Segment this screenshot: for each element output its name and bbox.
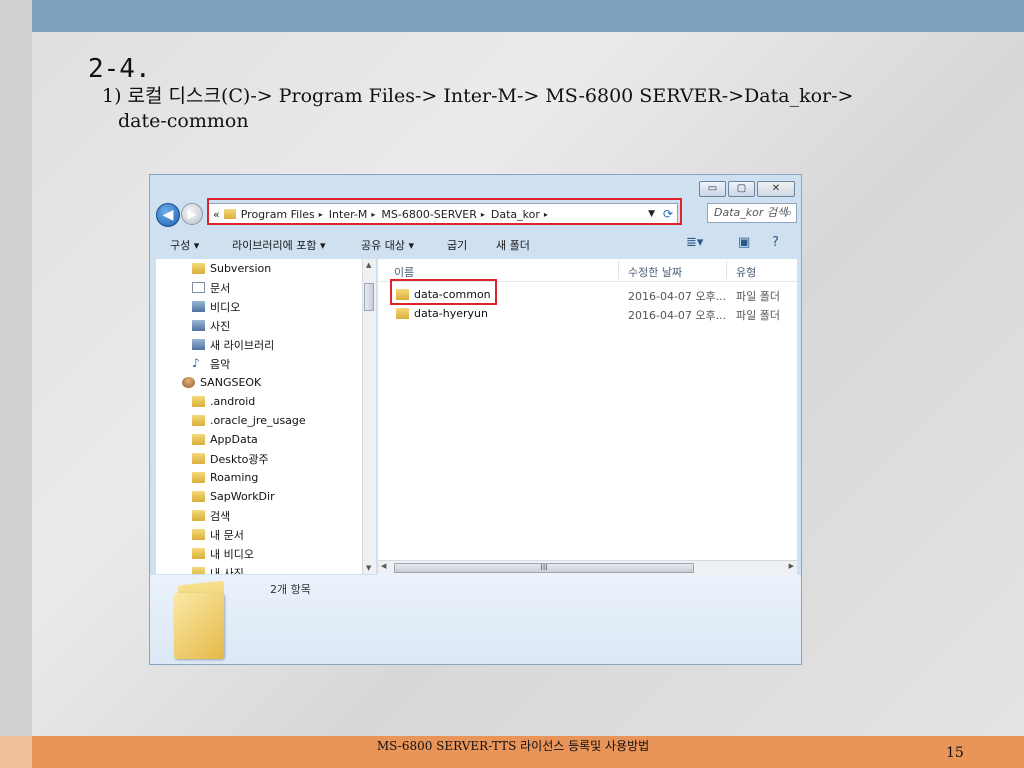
nav-item[interactable]: 검색 (156, 506, 366, 525)
folder-front (174, 593, 224, 659)
nav-item[interactable]: 비디오 (156, 297, 366, 316)
nav-item[interactable]: Deskto광주 (156, 449, 366, 468)
nav-item[interactable]: 내 사진 (156, 563, 366, 574)
item-count: 2개 항목 (270, 583, 311, 596)
minimize-button[interactable]: ▭ (699, 181, 726, 197)
details-pane: 2개 항목 (150, 575, 801, 664)
file-type: 파일 폴더 (736, 309, 780, 322)
music-icon: ♪ (192, 356, 200, 370)
navigation-pane: Subversion 문서 비디오 사진 새 라이브러리 ♪ 음악 SANGSEO… (156, 259, 366, 574)
file-modified: 2016-04-07 오후... (628, 309, 727, 322)
path-line-1: 1) 로컬 디스크(C)-> Program Files-> Inter-M->… (102, 85, 854, 107)
nav-item[interactable]: Roaming (156, 468, 366, 487)
column-type[interactable]: 유형 (736, 264, 756, 280)
folder-icon (192, 434, 205, 445)
window-controls: ▭ ▢ ✕ (699, 181, 795, 197)
slide-left-stripe (0, 0, 32, 736)
organize-button[interactable]: 구성 ▾ (170, 237, 199, 253)
page-number: 15 (946, 745, 964, 761)
nav-item[interactable]: AppData (156, 430, 366, 449)
video-icon (192, 301, 205, 312)
address-highlight-box (207, 198, 682, 225)
large-folder-icon (174, 580, 230, 659)
folder-icon (192, 548, 205, 559)
library-icon (192, 339, 205, 350)
file-type: 파일 폴더 (736, 290, 780, 303)
slide-path-description: 1) 로컬 디스크(C)-> Program Files-> Inter-M->… (102, 84, 853, 134)
nav-item[interactable]: 내 비디오 (156, 544, 366, 563)
nav-item[interactable]: SANGSEOK (156, 373, 366, 392)
scroll-up-icon[interactable]: ▲ (366, 261, 371, 269)
search-placeholder: Data_kor 검색 (714, 206, 788, 219)
explorer-window: ▭ ▢ ✕ ◀ ▶ « Program Files ▸ Inter-M ▸ MS… (149, 174, 802, 665)
nav-item[interactable]: 내 문서 (156, 525, 366, 544)
nav-item[interactable]: ♪ 음악 (156, 354, 366, 373)
column-modified[interactable]: 수정한 날짜 (628, 264, 682, 280)
search-input[interactable]: Data_kor 검색 ⌕ (707, 203, 797, 223)
help-icon[interactable]: ? (772, 235, 779, 250)
folder-icon (192, 453, 205, 464)
folder-icon (192, 510, 205, 521)
slide-top-bar (32, 0, 1024, 32)
slide-title: 2-4. (88, 54, 151, 84)
search-icon[interactable]: ⌕ (786, 204, 792, 222)
folder-icon (396, 308, 409, 319)
file-row-data-hyeryun[interactable]: data-hyeryun 2016-04-07 오후... 파일 폴더 (378, 304, 797, 323)
close-button[interactable]: ✕ (757, 181, 795, 197)
folder-icon (192, 263, 205, 274)
nav-item[interactable]: Subversion (156, 259, 366, 278)
scroll-down-icon[interactable]: ▼ (366, 564, 371, 572)
folder-icon (192, 472, 205, 483)
folder-icon (192, 491, 205, 502)
nav-item[interactable]: .oracle_jre_usage (156, 411, 366, 430)
user-icon (182, 377, 195, 388)
scroll-right-icon[interactable]: ▶ (789, 562, 794, 570)
share-button[interactable]: 공유 대상 ▾ (361, 237, 414, 253)
file-name[interactable]: data-hyeryun (414, 307, 488, 320)
nav-item[interactable]: 문서 (156, 278, 366, 297)
include-library-button[interactable]: 라이브러리에 포함 ▾ (232, 237, 325, 253)
column-separator (726, 261, 727, 279)
nav-item[interactable]: .android (156, 392, 366, 411)
new-folder-button[interactable]: 새 폴더 (496, 237, 530, 253)
nav-item[interactable]: 사진 (156, 316, 366, 335)
picture-icon (192, 320, 205, 331)
preview-pane-icon[interactable]: ▣ (738, 235, 750, 250)
maximize-button[interactable]: ▢ (728, 181, 755, 197)
column-name[interactable]: 이름 (394, 264, 414, 280)
file-list-pane: 이름 수정한 날짜 유형 data-common 2016-04-07 오후..… (378, 259, 797, 574)
scroll-thumb[interactable] (364, 283, 374, 311)
nav-item[interactable]: 새 라이브러리 (156, 335, 366, 354)
file-list-hscrollbar[interactable]: ◀ III ▶ (378, 560, 797, 575)
folder-icon (192, 415, 205, 426)
scroll-left-icon[interactable]: ◀ (381, 562, 386, 570)
column-separator (618, 261, 619, 279)
file-modified: 2016-04-07 오후... (628, 290, 727, 303)
folder-highlight-box (390, 279, 497, 305)
slide-bottom-left (0, 736, 32, 768)
command-toolbar: 구성 ▾ 라이브러리에 포함 ▾ 공유 대상 ▾ 굽기 새 폴더 ≣▾ ▣ ? (150, 233, 801, 255)
navigation-scrollbar[interactable]: ▲ ▼ (362, 259, 376, 574)
nav-item[interactable]: SapWorkDir (156, 487, 366, 506)
folder-icon (192, 529, 205, 540)
document-icon (192, 282, 205, 293)
path-line-2: date-common (118, 110, 249, 132)
back-button[interactable]: ◀ (156, 203, 180, 227)
forward-button[interactable]: ▶ (181, 203, 203, 225)
burn-button[interactable]: 굽기 (447, 237, 467, 253)
folder-icon (192, 396, 205, 407)
view-options-icon[interactable]: ≣▾ (686, 235, 703, 250)
slide-footer: MS-6800 SERVER-TTS 라이선스 등록및 사용방법 (376, 739, 650, 753)
folder-icon (192, 567, 205, 574)
hscroll-thumb[interactable]: III (394, 563, 694, 573)
